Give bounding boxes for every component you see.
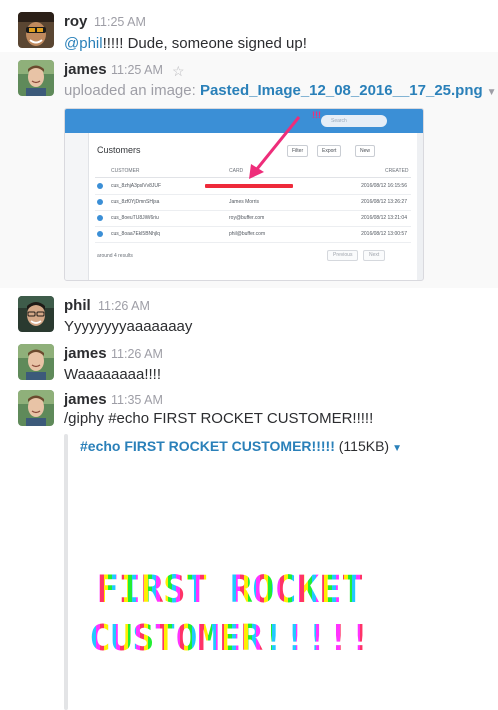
message-james-2: james 11:26 AM Waaaaaaaa!!!! xyxy=(0,342,498,386)
message-phil: phil 11:26 AM Yyyyyyyyaaaaaaay xyxy=(0,294,498,338)
avatar[interactable] xyxy=(18,390,54,426)
timestamp[interactable]: 11:25 AM xyxy=(111,63,163,77)
roy-avatar-icon xyxy=(18,12,54,48)
pink-arrow-annotation: !!! xyxy=(249,110,321,179)
image-preview[interactable]: Search Customers Filter Export New CUSTO… xyxy=(64,108,424,281)
avatar[interactable] xyxy=(18,60,54,96)
author-name[interactable]: phil xyxy=(64,297,91,314)
giphy-link[interactable]: #echo FIRST ROCKET CUSTOMER!!!!! xyxy=(80,438,335,454)
giphy-size: (115KB) xyxy=(338,438,390,454)
message-text: Waaaaaaaa!!!! xyxy=(64,366,162,383)
message-text: /giphy #echo FIRST ROCKET CUSTOMER!!!!! xyxy=(64,410,374,427)
attachment-bar xyxy=(64,434,68,710)
phil-avatar-icon xyxy=(18,296,54,332)
upload-line: uploaded an image: Pasted_Image_12_08_20… xyxy=(64,82,497,99)
author-name[interactable]: james xyxy=(64,61,107,78)
message-james-giphy: james 11:35 AM /giphy #echo FIRST ROCKET… xyxy=(0,388,498,432)
star-icon[interactable]: ☆ xyxy=(172,63,185,80)
author-name[interactable]: roy xyxy=(64,13,87,30)
upload-prefix: uploaded an image: xyxy=(64,82,196,99)
author-name[interactable]: james xyxy=(64,391,107,408)
james-avatar-icon xyxy=(18,344,54,380)
message-text: @phil!!!!! Dude, someone signed up! xyxy=(64,35,307,52)
file-link[interactable]: Pasted_Image_12_08_2016__17_25.png xyxy=(200,82,483,99)
highlight-mark: !!! xyxy=(312,110,321,120)
chevron-down-icon[interactable]: ▼ xyxy=(487,87,497,98)
message-roy: roy 11:25 AM @phil!!!!! Dude, someone si… xyxy=(0,10,498,54)
avatar[interactable] xyxy=(18,12,54,48)
attachment-title: #echo FIRST ROCKET CUSTOMER!!!!! (115KB)… xyxy=(80,438,402,454)
avatar[interactable] xyxy=(18,344,54,380)
timestamp[interactable]: 11:26 AM xyxy=(98,299,150,313)
timestamp[interactable]: 11:26 AM xyxy=(111,347,163,361)
avatar[interactable] xyxy=(18,296,54,332)
message-text: Yyyyyyyyaaaaaaay xyxy=(64,318,193,335)
giphy-image[interactable]: FIRST ROCKET CUSTOMER!!!!! xyxy=(80,460,380,700)
giphy-text-line1: FIRST ROCKET xyxy=(80,568,380,611)
james-avatar-icon xyxy=(18,390,54,426)
timestamp[interactable]: 11:35 AM xyxy=(111,393,163,407)
james-avatar-icon xyxy=(18,60,54,96)
mention-link[interactable]: @phil xyxy=(64,35,103,52)
giphy-text-line2: CUSTOMER!!!!! xyxy=(80,618,380,659)
author-name[interactable]: james xyxy=(64,345,107,362)
chevron-down-icon[interactable]: ▼ xyxy=(392,443,402,454)
timestamp[interactable]: 11:25 AM xyxy=(94,15,146,29)
message-body: !!!!! Dude, someone signed up! xyxy=(102,35,307,52)
